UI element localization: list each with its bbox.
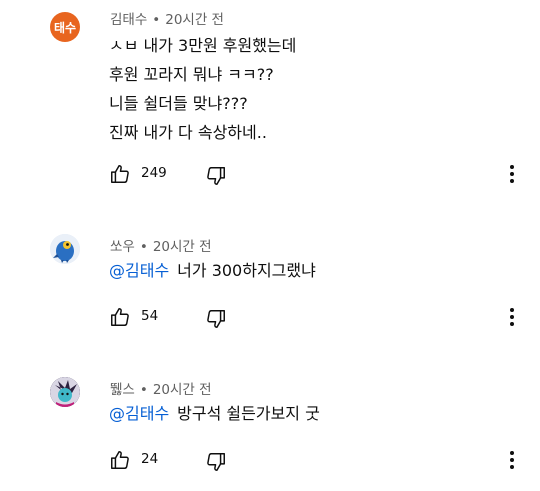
- thumbs-up-icon: [111, 451, 129, 469]
- author-name[interactable]: 김태수: [110, 12, 147, 28]
- more-options-button[interactable]: [500, 160, 524, 188]
- like-button[interactable]: [106, 446, 134, 474]
- timestamp[interactable]: 20시간 전: [153, 239, 212, 255]
- comment-line: 방구석 쉴든가보지 굿: [177, 404, 320, 423]
- thumbs-down-icon: [207, 310, 225, 328]
- mention-link[interactable]: @김태수: [109, 261, 169, 280]
- comment-line: 니들 쉴더들 맞냐???: [109, 94, 248, 113]
- author-name[interactable]: 쏘우: [110, 239, 135, 255]
- like-count: 249: [141, 165, 167, 181]
- like-button[interactable]: [106, 303, 134, 331]
- more-options-button[interactable]: [500, 446, 524, 474]
- comment-line: 진짜 내가 다 속상하네..: [109, 123, 267, 142]
- dislike-button[interactable]: [202, 448, 230, 476]
- comment-actions: 249: [106, 160, 526, 188]
- separator-dot: •: [139, 382, 148, 398]
- dislike-button[interactable]: [202, 305, 230, 333]
- like-button[interactable]: [106, 160, 134, 188]
- mention-link[interactable]: @김태수: [109, 404, 169, 423]
- character-avatar-icon: [50, 377, 80, 407]
- comment-actions: 54: [106, 303, 526, 331]
- comment-header: 쏘우 • 20시간 전: [110, 235, 212, 255]
- more-vertical-icon: [510, 308, 514, 326]
- comment-header: 뛣스 • 20시간 전: [110, 378, 212, 398]
- like-count: 54: [141, 308, 159, 324]
- timestamp[interactable]: 20시간 전: [153, 382, 212, 398]
- more-options-button[interactable]: [500, 303, 524, 331]
- comment-line: 후원 꼬라지 뭐냐 ㅋㅋ??: [109, 65, 274, 84]
- comment-text: ㅅㅂ 내가 3만원 후원했는데 후원 꼬라지 뭐냐 ㅋㅋ?? 니들 쉴더들 맞냐…: [109, 31, 296, 147]
- separator-dot: •: [152, 12, 161, 28]
- comment-text: @김태수 너가 300하지그랬냐: [109, 256, 316, 285]
- avatar[interactable]: [50, 234, 80, 264]
- timestamp[interactable]: 20시간 전: [165, 12, 224, 28]
- author-name[interactable]: 뛣스: [110, 382, 135, 398]
- avatar-initials: 태수: [53, 20, 77, 35]
- dislike-button[interactable]: [202, 162, 230, 190]
- thumbs-down-icon: [207, 453, 225, 471]
- comment-actions: 24: [106, 446, 526, 474]
- thumbs-up-icon: [111, 308, 129, 326]
- comment-text: @김태수 방구석 쉴든가보지 굿: [109, 399, 320, 428]
- avatar[interactable]: [50, 377, 80, 407]
- thumbs-down-icon: [207, 167, 225, 185]
- avatar[interactable]: 태수: [50, 12, 80, 42]
- thumbs-up-icon: [111, 165, 129, 183]
- separator-dot: •: [139, 239, 148, 255]
- more-vertical-icon: [510, 451, 514, 469]
- comment-line: ㅅㅂ 내가 3만원 후원했는데: [109, 36, 297, 55]
- comment-line: 너가 300하지그랬냐: [177, 261, 316, 280]
- more-vertical-icon: [510, 165, 514, 183]
- like-count: 24: [141, 451, 159, 467]
- blue-bird-avatar-icon: [50, 234, 80, 264]
- comment-header: 김태수 • 20시간 전: [110, 8, 224, 28]
